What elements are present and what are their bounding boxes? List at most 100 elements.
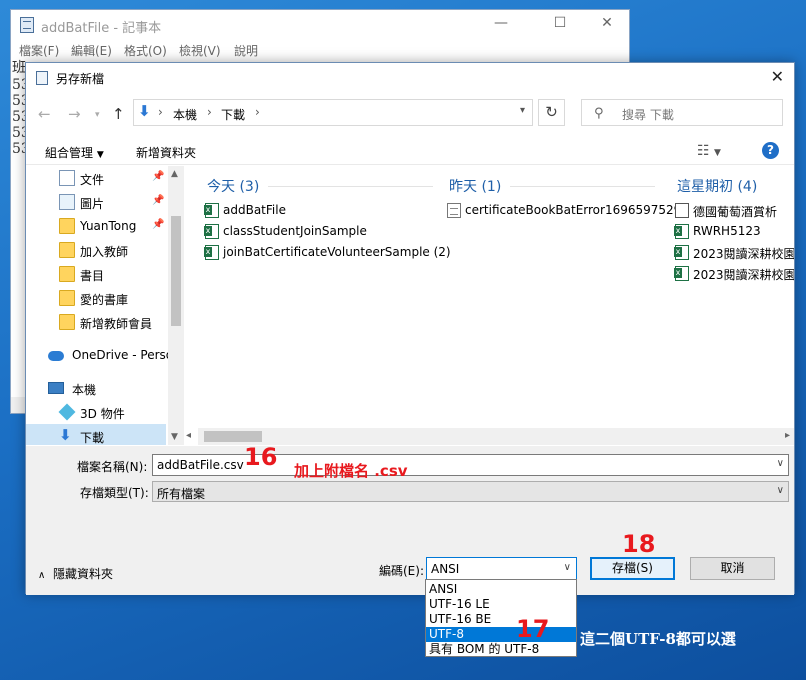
pin-icon[interactable]: 📌 (152, 195, 164, 206)
hide-folders-label: 隱藏資料夾 (52, 567, 113, 581)
encoding-option-ansi[interactable]: ANSI (426, 582, 576, 597)
navigation-pane: 文件 📌 圖片 📌 YuanTong 📌 加入教師 書目 愛的書庫 新增教師會員 (26, 166, 184, 445)
chevron-down-icon[interactable]: ∨ (777, 458, 784, 469)
encoding-option-utf8[interactable]: UTF-8 (426, 627, 576, 642)
encoding-select[interactable]: ANSI ∨ (426, 557, 577, 580)
cancel-button[interactable]: 取消 (690, 557, 775, 580)
view-options-icon[interactable]: ☷ ▼ (697, 143, 721, 159)
onedrive-icon (48, 351, 64, 361)
menu-view[interactable]: 檢視(V) (179, 42, 221, 59)
encoding-option-utf8-bom[interactable]: 具有 BOM 的 UTF-8 (426, 642, 576, 657)
scroll-thumb[interactable] (204, 431, 262, 442)
step-16-marker: 16 (244, 443, 278, 471)
nav-item-join-teacher[interactable]: 加入教師 (26, 238, 166, 262)
encoding-value: ANSI (431, 562, 460, 576)
download-icon: ⬇ (138, 102, 151, 120)
group-header-earlier-this-week[interactable]: 這星期初 (4) (677, 176, 757, 196)
notepad-titlebar[interactable]: addBatFile - 記事本 — ☐ ✕ (11, 10, 629, 40)
recent-chevron-icon[interactable]: ▾ (95, 110, 100, 120)
nav-item-yuantong[interactable]: YuanTong 📌 (26, 214, 166, 238)
nav-item-pictures[interactable]: 圖片 📌 (26, 190, 166, 214)
pin-icon[interactable]: 📌 (152, 171, 164, 182)
menu-help[interactable]: 說明 (234, 42, 258, 59)
group-header-yesterday[interactable]: 昨天 (1) (449, 176, 501, 196)
back-arrow-icon[interactable]: ← (38, 105, 51, 123)
file-name: joinBatCertificateVolunteerSample (2) (223, 245, 451, 259)
chevron-right-icon[interactable]: › (207, 105, 212, 119)
close-icon[interactable]: ✕ (771, 67, 784, 86)
breadcrumb-this-pc[interactable]: 本機 (173, 106, 197, 123)
chevron-right-icon[interactable]: › (158, 105, 163, 119)
search-icon: ⚲ (594, 106, 604, 121)
folder-icon (59, 290, 75, 306)
encoding-label: 編碼(E): (379, 564, 424, 578)
minimize-icon[interactable]: — (486, 15, 516, 31)
nav-item-label: 3D 物件 (80, 407, 125, 421)
forward-arrow-icon[interactable]: → (68, 105, 81, 123)
nav-item-new-teacher-member[interactable]: 新增教師會員 (26, 310, 166, 334)
pictures-icon (59, 194, 75, 210)
file-name: 德國葡萄酒賞析 (693, 205, 778, 219)
save-button[interactable]: 存檔(S) (590, 557, 675, 580)
chevron-right-icon[interactable]: › (255, 105, 260, 119)
up-arrow-icon[interactable]: ↑ (112, 105, 125, 123)
filetype-select[interactable]: 所有檔案 ∨ (152, 481, 789, 502)
nav-scrollbar[interactable]: ▲ ▼ (168, 166, 184, 445)
new-folder-button[interactable]: 新增資料夾 (136, 144, 196, 161)
nav-item-label: OneDrive - Perso (72, 348, 174, 362)
notepad-menubar: 檔案(F) 編輯(E) 格式(O) 檢視(V) 說明 (11, 40, 629, 60)
close-icon[interactable]: ✕ (592, 15, 622, 31)
menu-file[interactable]: 檔案(F) (19, 42, 59, 59)
file-name: addBatFile (223, 203, 286, 217)
group-divider (510, 186, 655, 187)
nav-item-downloads[interactable]: ⬇ 下載 (26, 424, 166, 445)
search-box[interactable]: ⚲ 搜尋 下載 (581, 99, 783, 126)
text-line: 班 (12, 60, 26, 76)
breadcrumb-downloads[interactable]: 下載 (221, 106, 245, 123)
step-16-note: 加上附檔名 .csv (294, 462, 408, 480)
refresh-button[interactable]: ↻ (538, 99, 565, 126)
scroll-right-icon[interactable]: ▸ (785, 430, 790, 441)
documents-icon (59, 170, 75, 186)
help-icon[interactable]: ? (762, 142, 779, 159)
encoding-option-utf16le[interactable]: UTF-16 LE (426, 597, 576, 612)
file-name: 2023閱讀深耕校園 (693, 247, 794, 261)
chevron-down-icon[interactable]: ▾ (520, 105, 525, 116)
step-18-marker: 18 (622, 530, 656, 558)
chevron-down-icon[interactable]: ∨ (777, 485, 784, 496)
folder-icon (59, 266, 75, 282)
maximize-icon[interactable]: ☐ (545, 15, 575, 31)
file-list-hscrollbar[interactable]: ◂ ▸ (186, 428, 794, 445)
scroll-thumb[interactable] (171, 216, 181, 326)
address-bar[interactable]: ⬇ › 本機 › 下載 › ▾ (133, 99, 533, 126)
dialog-title: 另存新檔 (56, 72, 105, 86)
search-input[interactable]: 搜尋 下載 (622, 106, 674, 123)
scroll-left-icon[interactable]: ◂ (186, 430, 191, 441)
nav-item-3d-objects[interactable]: 3D 物件 (26, 400, 166, 424)
csv-file-icon (204, 224, 219, 239)
chevron-down-icon[interactable]: ∨ (564, 562, 571, 573)
menu-edit[interactable]: 編輯(E) (71, 42, 112, 59)
hide-folders-toggle[interactable]: ∧ 隱藏資料夾 (38, 565, 113, 582)
text-file-icon (447, 203, 461, 218)
menu-format[interactable]: 格式(O) (124, 42, 167, 59)
save-options-panel: 檔案名稱(N): addBatFile.csv ∨ 存檔類型(T): 所有檔案 … (26, 446, 794, 595)
save-as-dialog: 另存新檔 ✕ ← → ▾ ↑ ⬇ › 本機 › 下載 › ▾ ↻ ⚲ 搜尋 下載… (25, 62, 795, 595)
organize-button[interactable]: 組合管理 ▼ (45, 144, 104, 161)
nav-item-love-library[interactable]: 愛的書庫 (26, 286, 166, 310)
folder-icon (59, 242, 75, 258)
nav-item-this-pc[interactable]: 本機 (26, 376, 166, 400)
scroll-up-icon[interactable]: ▲ (171, 169, 178, 179)
scroll-down-icon[interactable]: ▼ (171, 432, 178, 442)
group-header-today[interactable]: 今天 (3) (207, 176, 259, 196)
filetype-value: 所有檔案 (157, 487, 206, 501)
nav-item-onedrive[interactable]: OneDrive - Perso (26, 343, 173, 367)
pin-icon[interactable]: 📌 (152, 219, 164, 230)
nav-item-label: YuanTong (80, 219, 137, 233)
csv-file-icon (674, 224, 689, 239)
document-file-icon (675, 203, 689, 218)
nav-item-bibliography[interactable]: 書目 (26, 262, 166, 286)
encoding-option-utf16be[interactable]: UTF-16 BE (426, 612, 576, 627)
nav-item-documents[interactable]: 文件 📌 (26, 166, 166, 190)
nav-item-label: 本機 (72, 383, 97, 397)
